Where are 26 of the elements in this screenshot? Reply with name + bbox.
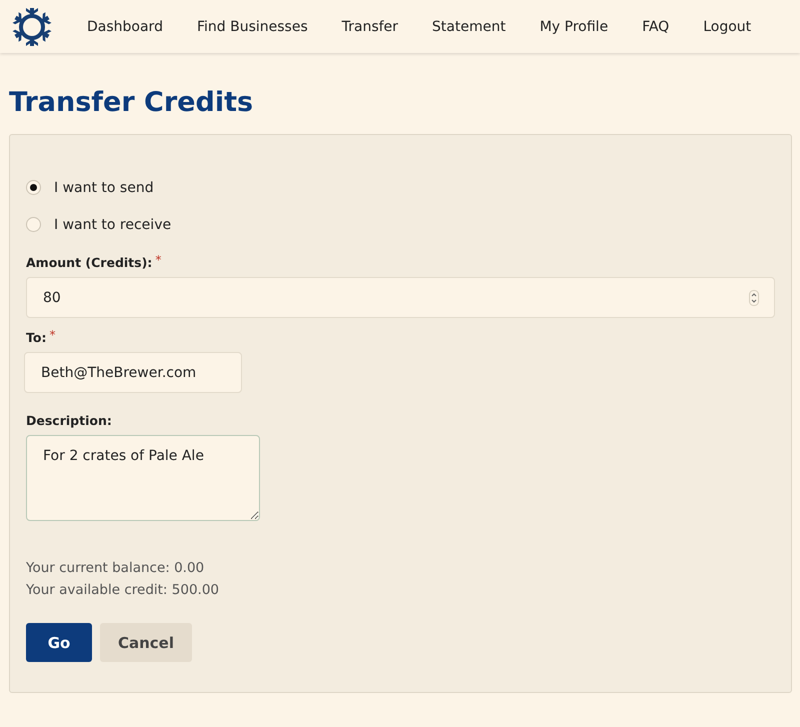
radio-button[interactable]: [26, 180, 41, 195]
recipient-field[interactable]: Beth@TheBrewer.com: [24, 352, 242, 393]
nav-link[interactable]: Transfer: [324, 18, 416, 34]
field-label: To:: [26, 330, 46, 345]
cancel-button[interactable]: Cancel: [100, 623, 192, 662]
radio-label[interactable]: I want to receive: [54, 216, 172, 232]
field-label: Amount (Credits):: [26, 255, 152, 270]
required-mark: *: [49, 330, 56, 340]
nav-link[interactable]: Statement: [415, 18, 523, 34]
field-label: Description:: [26, 413, 112, 428]
radio-button[interactable]: [26, 217, 41, 232]
spinner-icon[interactable]: [749, 290, 759, 306]
amount-field[interactable]: 80: [26, 277, 775, 318]
balance-text: Your available credit: 500.00: [26, 581, 220, 600]
balance-text: Your current balance: 0.00: [26, 559, 206, 578]
nav-link[interactable]: Logout: [686, 18, 768, 34]
description-field[interactable]: For 2 crates of Pale Ale: [26, 435, 260, 521]
nav-link[interactable]: Find Businesses: [180, 18, 325, 34]
snowflake-logo-icon[interactable]: [12, 6, 52, 46]
page-title: Transfer Credits: [9, 87, 254, 120]
required-mark: *: [155, 255, 162, 265]
go-button[interactable]: Go: [26, 623, 92, 662]
radio-label[interactable]: I want to send: [54, 180, 154, 196]
nav-link[interactable]: FAQ: [625, 18, 686, 34]
nav-link[interactable]: Dashboard: [70, 18, 180, 34]
nav-link[interactable]: My Profile: [522, 18, 626, 34]
